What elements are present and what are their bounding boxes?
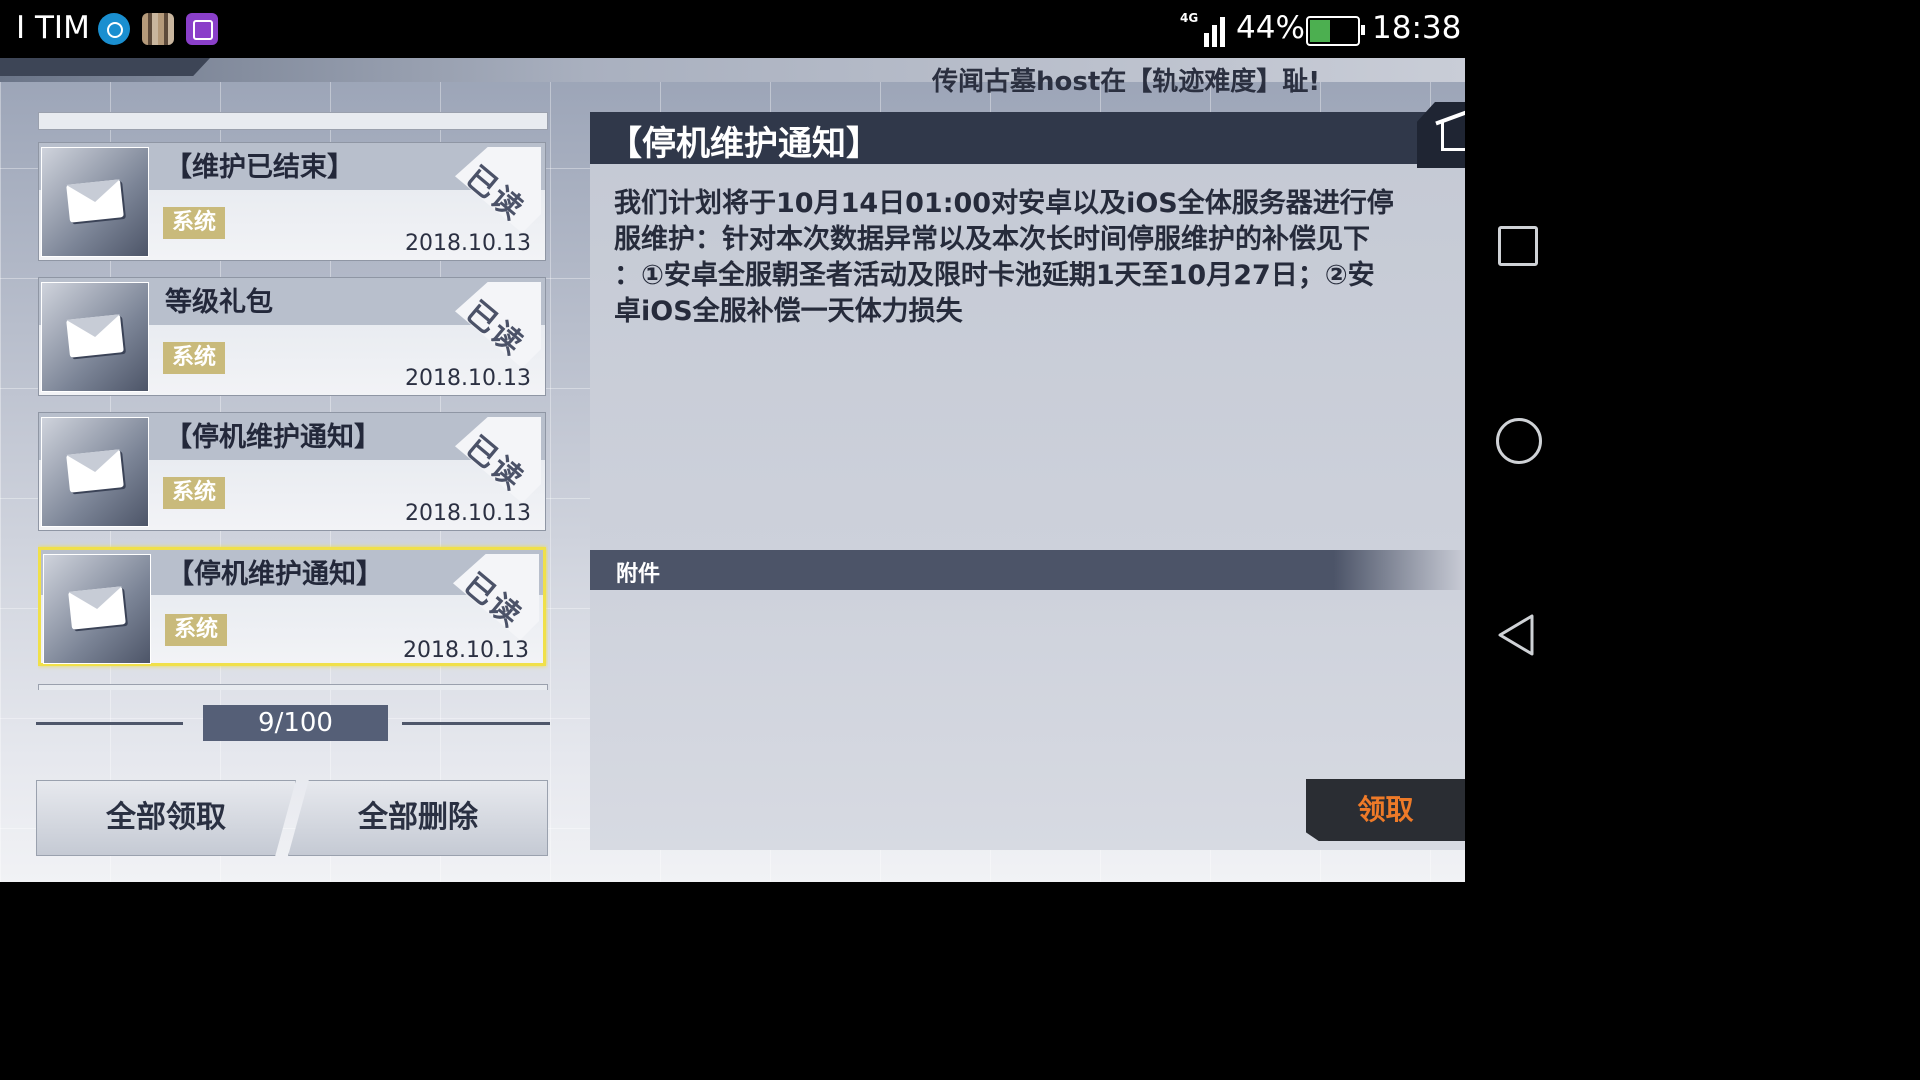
mail-screen: 传闻古墓host在【轨迹难度】耻! 【维护已结束】 系统 2018.10.13 … (0, 58, 1465, 882)
mail-date: 2018.10.13 (405, 501, 531, 526)
envelope-icon (66, 179, 124, 223)
mail-thumbnail (41, 417, 149, 527)
mail-type-badge: 系统 (163, 477, 225, 509)
header-tab (0, 58, 210, 76)
mail-count-indicator: 9/100 (203, 705, 388, 741)
mail-title: 【停机维护通知】 (165, 422, 381, 453)
detail-body-line: 我们计划将于10月14日01:00对安卓以及iOS全体服务器进行停 (614, 188, 1394, 219)
news-ticker: 传闻古墓host在【轨迹难度】耻! (932, 67, 1321, 97)
photo-app-icon (142, 13, 174, 45)
recent-apps-button[interactable] (1496, 224, 1538, 266)
envelope-icon (68, 586, 126, 630)
battery-percent: 44% (1236, 10, 1305, 46)
detail-title-bar: 【停机维护通知】 (590, 102, 1465, 168)
claim-button[interactable]: 领取 (1306, 779, 1465, 841)
detail-body: 我们计划将于10月14日01:00对安卓以及iOS全体服务器进行停 服维护：针对… (614, 186, 1449, 330)
mail-thumbnail (41, 147, 149, 257)
mail-item-partial-top[interactable] (38, 112, 548, 130)
mail-date: 2018.10.13 (405, 366, 531, 391)
mail-item[interactable]: 【停机维护通知】 系统 2018.10.13 已读 (38, 412, 546, 531)
back-button[interactable] (1496, 614, 1538, 656)
network-type-label: 4G (1180, 11, 1198, 25)
mail-title: 【停机维护通知】 (167, 559, 383, 590)
detail-title: 【停机维护通知】 (608, 124, 880, 164)
gallery-icon (186, 13, 218, 45)
mail-type-badge: 系统 (163, 342, 225, 374)
read-stamp: 已读 (455, 147, 541, 233)
battery-icon (1306, 16, 1365, 46)
read-stamp-label: 已读 (458, 429, 531, 498)
mail-thumbnail (43, 554, 151, 664)
read-stamp: 已读 (455, 282, 541, 368)
envelope-icon (66, 314, 124, 358)
delete-all-button[interactable]: 全部删除 (288, 780, 548, 856)
mail-title: 等级礼包 (165, 287, 273, 318)
mail-date: 2018.10.13 (403, 638, 529, 663)
detail-body-line: 卓iOS全服补偿一天体力损失 (614, 296, 963, 327)
trash-icon (1441, 122, 1465, 151)
navigation-bar (1465, 0, 1568, 882)
mail-thumbnail (41, 282, 149, 392)
attachment-label: 附件 (616, 562, 661, 587)
status-bar: I TIM 4G 44% 18:38 (0, 0, 1465, 58)
mail-list[interactable]: 【维护已结束】 系统 2018.10.13 已读 等级礼包 系统 2018.10… (38, 112, 548, 690)
battery-fill (1310, 20, 1330, 42)
read-stamp-label: 已读 (456, 566, 529, 635)
mail-type-badge: 系统 (165, 614, 227, 646)
clock: 18:38 (1372, 10, 1462, 46)
read-stamp-label: 已读 (458, 294, 531, 363)
read-stamp: 已读 (453, 554, 539, 640)
mail-detail-panel: 【停机维护通知】 我们计划将于10月14日01:00对安卓以及iOS全体服务器进… (590, 102, 1465, 850)
signal-icon: 4G (1180, 11, 1225, 47)
mail-type-badge: 系统 (163, 207, 225, 239)
mail-item-selected[interactable]: 【停机维护通知】 系统 2018.10.13 已读 (38, 547, 546, 666)
delete-mail-button[interactable] (1417, 102, 1465, 168)
carrier-label: I TIM (16, 10, 90, 46)
read-stamp: 已读 (455, 417, 541, 503)
attachment-header: 附件 (590, 550, 1465, 590)
envelope-icon (66, 449, 124, 493)
detail-body-line: 服维护：针对本次数据异常以及本次长时间停服维护的补偿见下 (614, 224, 1370, 255)
mail-item-partial-bottom[interactable] (38, 684, 548, 690)
read-stamp-label: 已读 (458, 159, 531, 228)
mail-item[interactable]: 等级礼包 系统 2018.10.13 已读 (38, 277, 546, 396)
mail-title: 【维护已结束】 (165, 152, 354, 183)
bulk-action-bar: 全部领取 全部删除 (36, 780, 548, 856)
pager-line-left (36, 722, 183, 725)
timer-icon (98, 13, 130, 45)
home-button[interactable] (1496, 418, 1542, 464)
claim-all-button[interactable]: 全部领取 (36, 780, 296, 856)
mail-item[interactable]: 【维护已结束】 系统 2018.10.13 已读 (38, 142, 546, 261)
pager-line-right (402, 722, 550, 725)
mail-date: 2018.10.13 (405, 231, 531, 256)
detail-body-line: ：①安卓全服朝圣者活动及限时卡池延期1天至10月27日；②安 (614, 260, 1375, 291)
